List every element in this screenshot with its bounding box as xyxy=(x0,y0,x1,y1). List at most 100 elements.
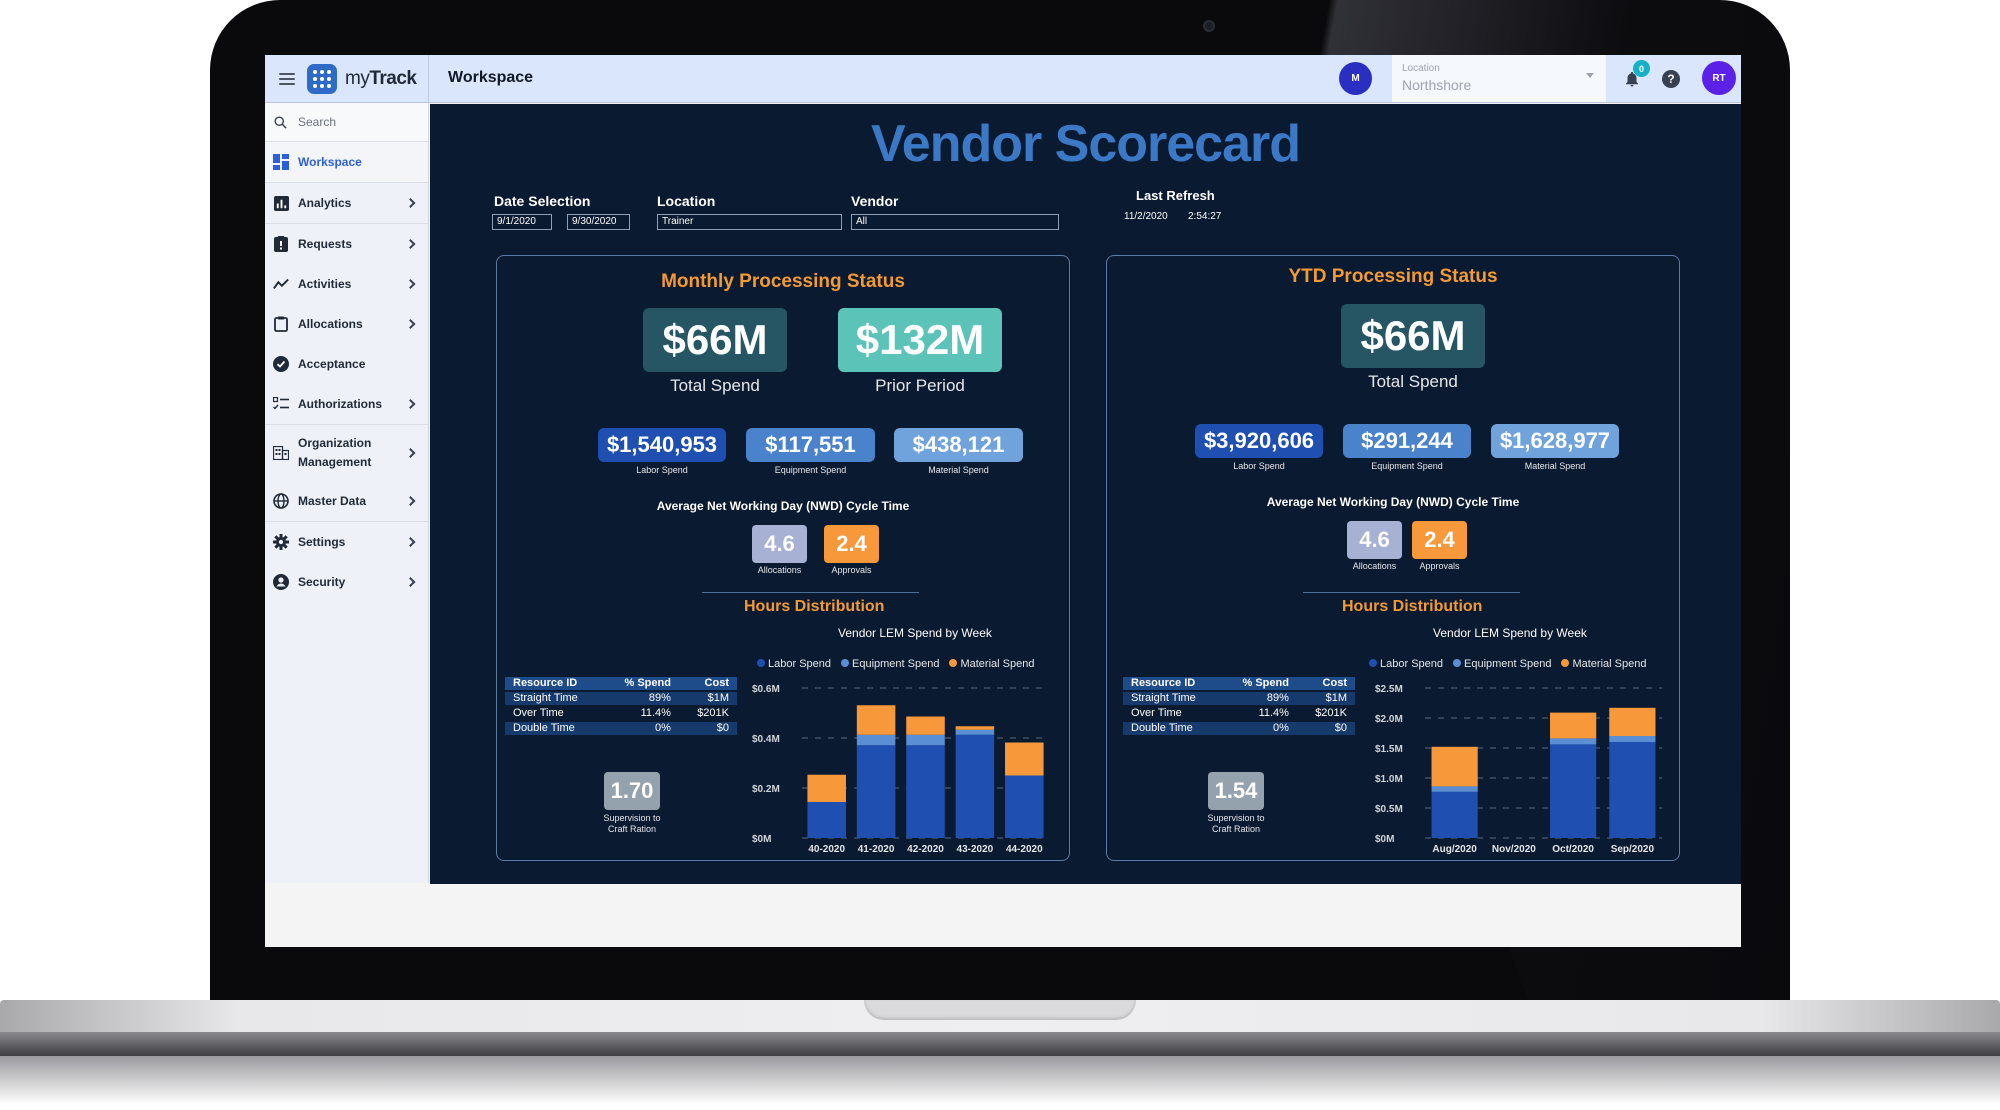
ratio-caption: Supervision to Craft Ration xyxy=(603,813,661,834)
x-tick-label: 43-2020 xyxy=(957,844,994,855)
y-tick-label: $0M xyxy=(1375,834,1394,845)
sidebar-item-label: Requests xyxy=(298,236,353,251)
trend-line-icon xyxy=(273,276,289,292)
column-header: Cost xyxy=(678,677,737,690)
user-avatar[interactable]: RT xyxy=(1702,61,1736,95)
labor-spend-kpi: $1,540,953 xyxy=(598,428,726,462)
sidebar-item-authorizations[interactable]: Authorizations xyxy=(265,384,428,424)
date-selection-label: Date Selection xyxy=(494,193,591,209)
x-tick-label: 41-2020 xyxy=(858,844,895,855)
allocations-kpi: 4.6 xyxy=(752,525,807,563)
sidebar-item-requests[interactable]: Requests xyxy=(265,224,428,264)
last-refresh-date: 11/2/2020 xyxy=(1124,211,1168,222)
ytd-allocations-kpi: 4.6 xyxy=(1347,521,1402,559)
date-to-input[interactable]: 9/30/2020 xyxy=(567,214,630,230)
table-cell: $0 xyxy=(678,722,737,735)
gear-icon xyxy=(273,534,289,550)
ytd-total-spend-kpi: $66M xyxy=(1341,304,1485,368)
user-circle-icon xyxy=(273,574,289,590)
sidebar-item-acceptance[interactable]: Acceptance xyxy=(265,344,428,384)
equipment-spend-kpi: $117,551 xyxy=(746,428,875,462)
location-select[interactable]: Location Northshore xyxy=(1392,55,1606,102)
y-tick-label: $0.2M xyxy=(752,784,780,795)
table-row: Double Time 0% $0 xyxy=(505,722,737,735)
bar-segment-labor-spend[interactable] xyxy=(1609,742,1656,838)
bar-segment-equipment-spend[interactable] xyxy=(1431,786,1478,792)
bar-segment-material-spend[interactable] xyxy=(1431,746,1478,787)
sidebar-item-workspace[interactable]: Workspace xyxy=(265,142,428,182)
dashboard-icon xyxy=(273,154,289,170)
bar-segment-equipment-spend[interactable] xyxy=(856,734,896,746)
kpi-caption: Allocations xyxy=(757,565,802,575)
bar-segment-equipment-spend[interactable] xyxy=(955,729,995,735)
y-tick-label: $0.4M xyxy=(752,734,780,745)
sidebar-item-master-data[interactable]: Master Data xyxy=(265,481,428,521)
laptop-notch xyxy=(864,1000,1136,1020)
bar-segment-material-spend[interactable] xyxy=(1550,712,1597,739)
bar-segment-labor-spend[interactable] xyxy=(1431,791,1478,838)
bar-segment-labor-spend[interactable] xyxy=(1005,775,1044,839)
bar-segment-labor-spend[interactable] xyxy=(807,802,846,838)
laptop-shadow xyxy=(0,1056,2000,1110)
kpi-caption: Labor Spend xyxy=(636,465,688,475)
table-header-row: Resource ID % Spend Cost xyxy=(505,677,737,690)
sidebar-item-label: Activities xyxy=(298,276,352,291)
bar-segment-labor-spend[interactable] xyxy=(955,734,995,838)
sidebar-item-organization-management[interactable]: Organization Management xyxy=(265,425,428,481)
sidebar-item-settings[interactable]: Settings xyxy=(265,522,428,562)
table-row: Straight Time 89% $1M xyxy=(505,692,737,705)
table-cell: 0% xyxy=(1221,722,1297,735)
x-tick-label: Oct/2020 xyxy=(1552,844,1594,855)
table-cell: Double Time xyxy=(1123,722,1222,735)
building-icon xyxy=(273,445,289,461)
sidebar-search[interactable]: Search xyxy=(265,103,428,142)
hamburger-menu-icon[interactable] xyxy=(279,73,295,85)
chevron-right-icon xyxy=(405,198,416,208)
chevron-right-icon xyxy=(405,577,416,587)
brand-area: myTrack xyxy=(265,55,429,103)
dashboard-canvas: Vendor Scorecard Date Selection 9/1/2020… xyxy=(430,104,1741,884)
bar-segment-material-spend[interactable] xyxy=(856,705,896,735)
bar-segment-equipment-spend[interactable] xyxy=(1550,738,1597,745)
table-cell: $201K xyxy=(697,707,729,719)
bar-segment-labor-spend[interactable] xyxy=(856,745,896,838)
bar-segment-labor-spend[interactable] xyxy=(1550,744,1597,838)
kpi-caption: Material Spend xyxy=(928,465,989,475)
bar-segment-equipment-spend[interactable] xyxy=(906,734,945,746)
vendor-filter-label: Vendor xyxy=(851,193,899,209)
legend-labor: Labor Spend xyxy=(1369,658,1443,670)
bar-segment-labor-spend[interactable] xyxy=(906,745,945,838)
bar-segment-material-spend[interactable] xyxy=(955,726,995,730)
sidebar-item-label: Authorizations xyxy=(298,396,382,411)
sidebar-item-analytics[interactable]: Analytics xyxy=(265,183,428,223)
table-cell: $0 xyxy=(1296,722,1355,735)
column-header: % Spend xyxy=(1221,677,1297,690)
sidebar-item-activities[interactable]: Activities xyxy=(265,264,428,304)
date-from-input[interactable]: 9/1/2020 xyxy=(492,214,552,230)
x-tick-label: 42-2020 xyxy=(907,844,944,855)
column-header: Resource ID xyxy=(1123,677,1222,690)
sidebar-item-security[interactable]: Security xyxy=(265,562,428,602)
dashboard-title: Vendor Scorecard xyxy=(870,115,1301,173)
sidebar-item-label: Settings xyxy=(298,534,346,549)
bar-segment-material-spend[interactable] xyxy=(1609,707,1656,736)
location-filter-input[interactable]: Trainer xyxy=(657,214,842,230)
sidebar-item-label: Analytics xyxy=(298,195,352,210)
workspace-avatar[interactable]: M xyxy=(1339,62,1372,95)
sidebar-item-allocations[interactable]: Allocations xyxy=(265,304,428,344)
x-tick-label: Aug/2020 xyxy=(1432,844,1477,855)
webcam xyxy=(1203,20,1215,32)
app-logo-icon[interactable] xyxy=(307,64,337,94)
laptop-base-edge xyxy=(0,1032,2000,1056)
table-row: Straight Time 89% $1M xyxy=(1123,692,1355,705)
bar-segment-material-spend[interactable] xyxy=(807,774,846,802)
table-cell: 0% xyxy=(603,722,679,735)
bar-segment-equipment-spend[interactable] xyxy=(1609,736,1656,742)
bar-segment-material-spend[interactable] xyxy=(906,716,945,735)
bar-segment-material-spend[interactable] xyxy=(1005,742,1044,776)
screen: myTrack Workspace M Location Northshore … xyxy=(265,55,1741,947)
vendor-filter-input[interactable]: All xyxy=(851,214,1059,230)
help-icon[interactable]: ? xyxy=(1662,70,1680,88)
page-title: Workspace xyxy=(448,69,534,86)
hours-distribution-title: Hours Distribution xyxy=(744,598,885,615)
